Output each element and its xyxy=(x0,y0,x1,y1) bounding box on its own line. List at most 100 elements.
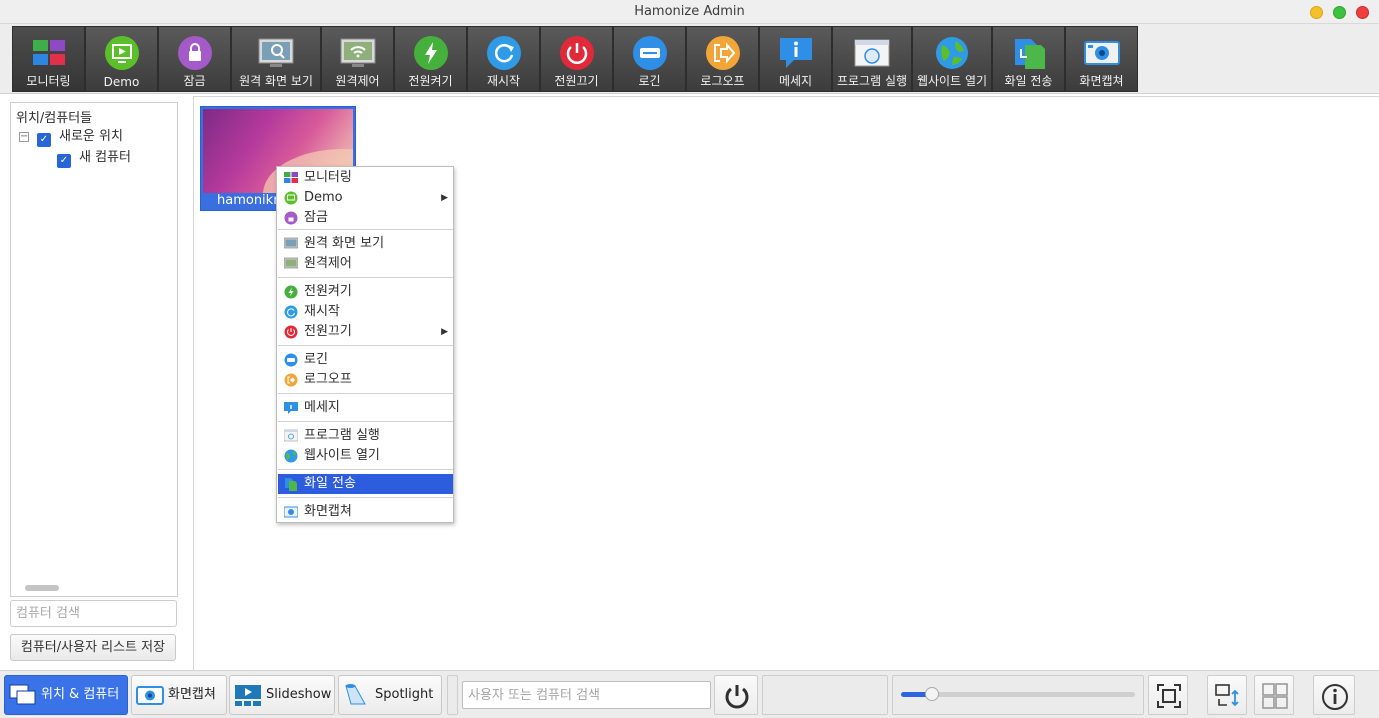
menu-item-label: 재시작 xyxy=(304,304,340,319)
toolbar-label: 로그오프 xyxy=(700,74,745,88)
monitoring-grid-icon xyxy=(32,40,65,65)
tree-item-location[interactable]: ✓ 새로운 위치 xyxy=(37,128,123,147)
tab-slideshow[interactable]: Slideshow xyxy=(229,675,335,715)
horizontal-scrollbar[interactable] xyxy=(25,585,59,591)
toolbar-monitoring-button[interactable]: 모니터링 xyxy=(12,26,85,92)
toolbar-remote-view-button[interactable]: 원격 화면 보기 xyxy=(231,26,321,92)
toolbar-label: 원격제어 xyxy=(335,74,380,88)
submenu-arrow-icon: ▶ xyxy=(441,327,448,337)
menu-item-message[interactable]: 메세지 xyxy=(278,398,453,418)
close-button[interactable] xyxy=(1356,6,1369,19)
tab-label: 위치 & 컴퓨터 xyxy=(41,687,120,702)
info-icon xyxy=(1322,684,1348,710)
slideshow-icon xyxy=(235,685,261,706)
toolbar-restart-button[interactable]: 재시작 xyxy=(467,26,540,92)
menu-item-label: 화면캡쳐 xyxy=(304,504,352,519)
toolbar-remote-control-button[interactable]: 원격제어 xyxy=(321,26,394,92)
login-icon xyxy=(284,353,298,367)
toolbar-label: 모니터링 xyxy=(26,74,71,88)
swap-arrows-icon xyxy=(1215,684,1239,707)
tab-label: 화면캡쳐 xyxy=(168,687,216,702)
menu-item-label: 전원켜기 xyxy=(304,284,352,299)
menu-separator xyxy=(278,229,453,230)
toolbar-logoff-button[interactable]: 로그오프 xyxy=(686,26,759,92)
screen-capture-icon xyxy=(284,506,298,518)
toolbar-run-program-button[interactable]: 프로그램 실행 xyxy=(832,26,912,92)
tab-locations-computers[interactable]: 위치 & 컴퓨터 xyxy=(4,675,128,715)
menu-item-monitoring[interactable]: 모니터링 xyxy=(278,168,453,188)
menu-item-demo[interactable]: Demo ▶ xyxy=(278,188,453,208)
tab-spotlight[interactable]: Spotlight xyxy=(338,675,442,715)
zoom-slider-handle[interactable] xyxy=(925,687,939,701)
toolbar-demo-button[interactable]: Demo xyxy=(85,26,158,92)
menu-item-label: 모니터링 xyxy=(304,170,352,185)
toolbar-power-off-button[interactable]: 전원끄기 xyxy=(540,26,613,92)
toolbar-power-on-button[interactable]: 전원켜기 xyxy=(394,26,467,92)
menu-item-label: 로긴 xyxy=(304,352,328,367)
toolbar-login-button[interactable]: 로긴 xyxy=(613,26,686,92)
file-transfer-icon xyxy=(285,478,297,491)
menu-item-screen-capture[interactable]: 화면캡쳐 xyxy=(278,502,453,522)
toolbar-screen-capture-button[interactable]: 화면캡쳐 xyxy=(1065,26,1138,92)
menu-item-label: 로그오프 xyxy=(304,372,352,387)
title-bar: Hamonize Admin xyxy=(0,0,1379,24)
toolbar-label: 전원끄기 xyxy=(554,74,599,88)
monitoring-grid-icon xyxy=(284,172,298,183)
grid-layout-icon xyxy=(1262,683,1288,709)
menu-item-remote-view[interactable]: 원격 화면 보기 xyxy=(278,234,453,254)
logoff-icon xyxy=(284,373,298,387)
menu-item-label: 웹사이트 열기 xyxy=(304,448,380,463)
submenu-arrow-icon: ▶ xyxy=(441,193,448,203)
fit-screen-icon xyxy=(1157,684,1181,708)
splitter-handle[interactable] xyxy=(447,675,458,715)
swap-computers-button[interactable] xyxy=(1207,675,1247,715)
toolbar-label: 재시작 xyxy=(486,74,521,88)
tree-location-label: 새로운 위치 xyxy=(59,129,123,144)
toolbar-message-button[interactable]: 메세지 xyxy=(759,26,832,92)
toolbar-file-transfer-button[interactable]: 화일 전송 xyxy=(992,26,1065,92)
menu-item-restart[interactable]: 재시작 xyxy=(278,302,453,322)
checkbox-checked-icon[interactable]: ✓ xyxy=(57,154,71,168)
toolbar-open-website-button[interactable]: 웹사이트 열기 xyxy=(912,26,992,92)
tab-screenshots[interactable]: 화면캡쳐 xyxy=(131,675,227,715)
toolbar-lock-button[interactable]: 잠금 xyxy=(158,26,231,92)
fit-screen-button[interactable] xyxy=(1148,675,1188,715)
lock-icon xyxy=(177,36,212,70)
computer-search-input[interactable] xyxy=(10,600,177,627)
menu-separator xyxy=(278,393,453,394)
save-list-button[interactable]: 컴퓨터/사용자 리스트 저장 xyxy=(10,634,176,661)
tab-label: Spotlight xyxy=(375,687,434,702)
menu-item-login[interactable]: 로긴 xyxy=(278,350,453,370)
menu-item-lock[interactable]: 잠금 xyxy=(278,208,453,228)
power-on-icon xyxy=(413,36,448,70)
status-bar: 위치 & 컴퓨터 화면캡쳐 Slideshow Spotlight xyxy=(0,670,1379,718)
checkbox-checked-icon[interactable]: ✓ xyxy=(37,133,51,147)
menu-item-label: 잠금 xyxy=(304,210,328,225)
menu-separator xyxy=(278,277,453,278)
menu-item-file-transfer[interactable]: 화일 전송 xyxy=(278,474,453,494)
remote-control-icon xyxy=(340,38,375,67)
menu-item-power-off[interactable]: 전원끄기 ▶ xyxy=(278,322,453,342)
minimize-button[interactable] xyxy=(1310,6,1323,19)
tree-item-computer[interactable]: ✓ 새 컴퓨터 xyxy=(57,149,131,168)
maximize-button[interactable] xyxy=(1333,6,1346,19)
menu-item-remote-control[interactable]: 원격제어 xyxy=(278,254,453,274)
window-title: Hamonize Admin xyxy=(634,4,745,19)
zoom-slider[interactable] xyxy=(901,687,1135,701)
user-computer-search-input[interactable] xyxy=(462,681,711,709)
toolbar-label: 원격 화면 보기 xyxy=(239,74,313,88)
collapse-toggle[interactable]: − xyxy=(19,132,29,142)
grid-layout-button[interactable] xyxy=(1254,675,1294,715)
file-transfer-icon xyxy=(1014,39,1045,69)
toolbar-label: 화면캡쳐 xyxy=(1079,74,1124,88)
power-toggle-button[interactable] xyxy=(714,675,758,715)
menu-item-power-on[interactable]: 전원켜기 xyxy=(278,282,453,302)
menu-item-logoff[interactable]: 로그오프 xyxy=(278,370,453,390)
menu-item-run-program[interactable]: 프로그램 실행 xyxy=(278,426,453,446)
menu-item-label: 원격 화면 보기 xyxy=(304,236,385,251)
about-button[interactable] xyxy=(1313,675,1355,715)
menu-item-open-website[interactable]: 웹사이트 열기 xyxy=(278,446,453,466)
power-off-icon xyxy=(559,36,594,70)
spotlight-icon xyxy=(345,684,366,705)
run-program-icon xyxy=(854,39,890,67)
